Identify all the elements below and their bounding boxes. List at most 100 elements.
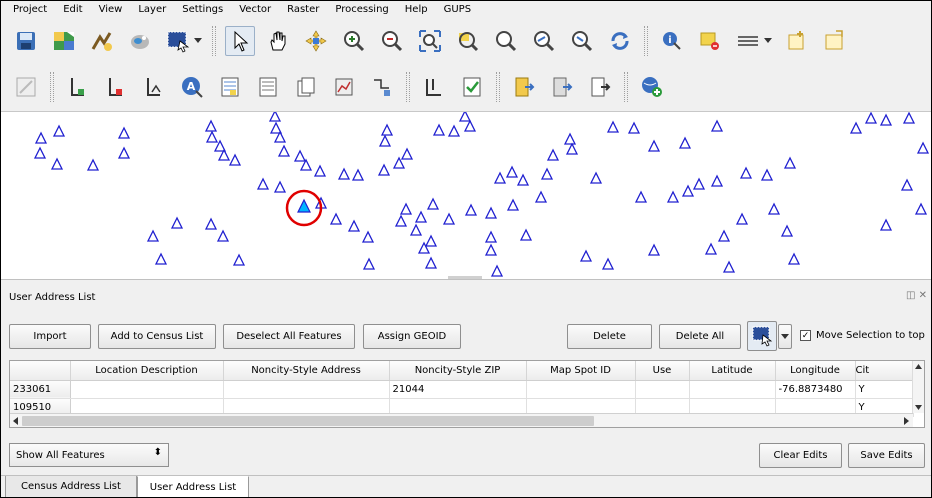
layer-map-icon[interactable] bbox=[49, 26, 79, 56]
address-point-icon[interactable] bbox=[269, 121, 283, 134]
pan-hand-icon[interactable] bbox=[263, 26, 293, 56]
horizontal-scroll-thumb[interactable] bbox=[22, 416, 594, 426]
address-point-icon[interactable] bbox=[666, 190, 680, 203]
address-point-icon[interactable] bbox=[377, 163, 391, 176]
selected-point-icon[interactable] bbox=[297, 198, 311, 213]
menu-settings[interactable]: Settings bbox=[174, 1, 231, 19]
address-point-icon[interactable] bbox=[767, 202, 781, 215]
attribute-table-grid[interactable]: Location Description Noncity-Style Addre… bbox=[10, 361, 914, 417]
address-point-icon[interactable] bbox=[540, 167, 554, 180]
address-point-icon[interactable] bbox=[34, 131, 48, 144]
chevron-down-icon[interactable] bbox=[763, 26, 773, 56]
address-point-icon[interactable] bbox=[205, 130, 219, 143]
column-header[interactable]: Longitude bbox=[775, 361, 856, 381]
map-points-layer[interactable] bbox=[1, 112, 931, 279]
refresh-icon[interactable] bbox=[605, 26, 635, 56]
address-point-icon[interactable] bbox=[606, 120, 620, 133]
address-point-icon[interactable] bbox=[760, 168, 774, 181]
address-point-icon[interactable] bbox=[647, 139, 661, 152]
export-icon[interactable] bbox=[509, 72, 539, 102]
address-point-icon[interactable] bbox=[505, 165, 519, 178]
address-point-icon[interactable] bbox=[232, 253, 246, 266]
horizontal-scrollbar[interactable] bbox=[10, 413, 913, 427]
address-point-icon[interactable] bbox=[627, 121, 641, 134]
address-point-icon[interactable] bbox=[458, 112, 472, 122]
geoid-icon[interactable]: A bbox=[177, 72, 207, 102]
zoom-out-icon[interactable] bbox=[377, 26, 407, 56]
validate-icon[interactable] bbox=[457, 72, 487, 102]
address-point-icon[interactable] bbox=[717, 229, 731, 242]
assign-geoid-button[interactable]: Assign GEOID bbox=[363, 324, 461, 349]
address-point-icon[interactable] bbox=[463, 119, 477, 132]
address-point-icon[interactable] bbox=[722, 260, 736, 273]
chevron-down-icon[interactable] bbox=[193, 26, 203, 56]
address-point-icon[interactable] bbox=[516, 173, 530, 186]
address-point-icon[interactable] bbox=[519, 228, 533, 241]
layer-style-icon[interactable] bbox=[139, 72, 169, 102]
menu-view[interactable]: View bbox=[91, 1, 131, 19]
zoom-last-icon[interactable] bbox=[529, 26, 559, 56]
address-point-icon[interactable] bbox=[313, 164, 327, 177]
address-point-icon[interactable] bbox=[33, 146, 47, 159]
address-point-icon[interactable] bbox=[117, 146, 131, 159]
address-point-icon[interactable] bbox=[634, 190, 648, 203]
table-cell[interactable] bbox=[526, 380, 636, 399]
address-point-icon[interactable] bbox=[426, 197, 440, 210]
address-point-icon[interactable] bbox=[710, 174, 724, 187]
address-point-icon[interactable] bbox=[739, 166, 753, 179]
address-point-icon[interactable] bbox=[914, 202, 928, 215]
address-point-icon[interactable] bbox=[681, 184, 695, 197]
vertical-scrollbar[interactable] bbox=[912, 361, 924, 413]
address-point-icon[interactable] bbox=[414, 210, 428, 223]
address-point-icon[interactable] bbox=[293, 149, 307, 162]
address-point-icon[interactable] bbox=[329, 212, 343, 225]
tab-user-address-list[interactable]: User Address List bbox=[137, 476, 249, 497]
address-point-icon[interactable] bbox=[351, 168, 365, 181]
save-edits-button[interactable]: Save Edits bbox=[848, 443, 925, 468]
measure-icon[interactable] bbox=[733, 26, 763, 56]
address-point-icon[interactable] bbox=[146, 229, 160, 242]
address-point-icon[interactable] bbox=[710, 119, 724, 132]
address-point-icon[interactable] bbox=[347, 219, 361, 232]
address-point-icon[interactable] bbox=[228, 153, 242, 166]
table-row[interactable]: 233061 21044 -76.8873480 Y bbox=[10, 380, 914, 399]
address-point-icon[interactable] bbox=[493, 171, 507, 184]
address-point-icon[interactable] bbox=[879, 113, 893, 126]
add-to-census-list-button[interactable]: Add to Census List bbox=[98, 324, 216, 349]
address-point-icon[interactable] bbox=[52, 124, 66, 137]
address-point-icon[interactable] bbox=[787, 252, 801, 265]
column-header[interactable]: Map Spot ID bbox=[526, 361, 636, 381]
address-point-icon[interactable] bbox=[849, 121, 863, 134]
row-id-cell[interactable]: 233061 bbox=[10, 380, 71, 399]
address-point-icon[interactable] bbox=[916, 141, 930, 154]
address-point-icon[interactable] bbox=[400, 147, 414, 160]
menu-processing[interactable]: Processing bbox=[327, 1, 396, 19]
address-point-icon[interactable] bbox=[601, 257, 615, 270]
address-point-icon[interactable] bbox=[735, 212, 749, 225]
select-features-icon[interactable] bbox=[747, 321, 777, 351]
address-point-icon[interactable] bbox=[424, 256, 438, 269]
menu-project[interactable]: Project bbox=[5, 1, 55, 19]
list-icon[interactable] bbox=[253, 72, 283, 102]
address-point-icon[interactable] bbox=[399, 202, 413, 215]
add-layer-icon[interactable] bbox=[63, 72, 93, 102]
address-point-icon[interactable] bbox=[409, 223, 423, 236]
panel-float-close-icons[interactable]: ◫ ✕ bbox=[906, 290, 927, 301]
zoom-to-layer-icon[interactable] bbox=[491, 26, 521, 56]
address-point-icon[interactable] bbox=[902, 112, 916, 124]
deselect-all-features-button[interactable]: Deselect All Features bbox=[223, 324, 355, 349]
menu-vector[interactable]: Vector bbox=[231, 1, 279, 19]
zoom-full-icon[interactable] bbox=[415, 26, 445, 56]
address-point-icon[interactable] bbox=[86, 158, 100, 171]
column-header[interactable] bbox=[10, 361, 71, 381]
address-point-icon[interactable] bbox=[647, 243, 661, 256]
address-point-icon[interactable] bbox=[484, 206, 498, 219]
table-cell[interactable]: 21044 bbox=[389, 380, 527, 399]
deselect-icon[interactable] bbox=[695, 26, 725, 56]
copy-icon[interactable] bbox=[291, 72, 321, 102]
address-point-icon[interactable] bbox=[879, 218, 893, 231]
feature-filter-select[interactable]: Show All Features ⬍ bbox=[9, 443, 169, 467]
table-cell[interactable]: Y bbox=[855, 380, 914, 399]
address-point-icon[interactable] bbox=[546, 148, 560, 161]
delete-all-button[interactable]: Delete All bbox=[659, 324, 741, 349]
